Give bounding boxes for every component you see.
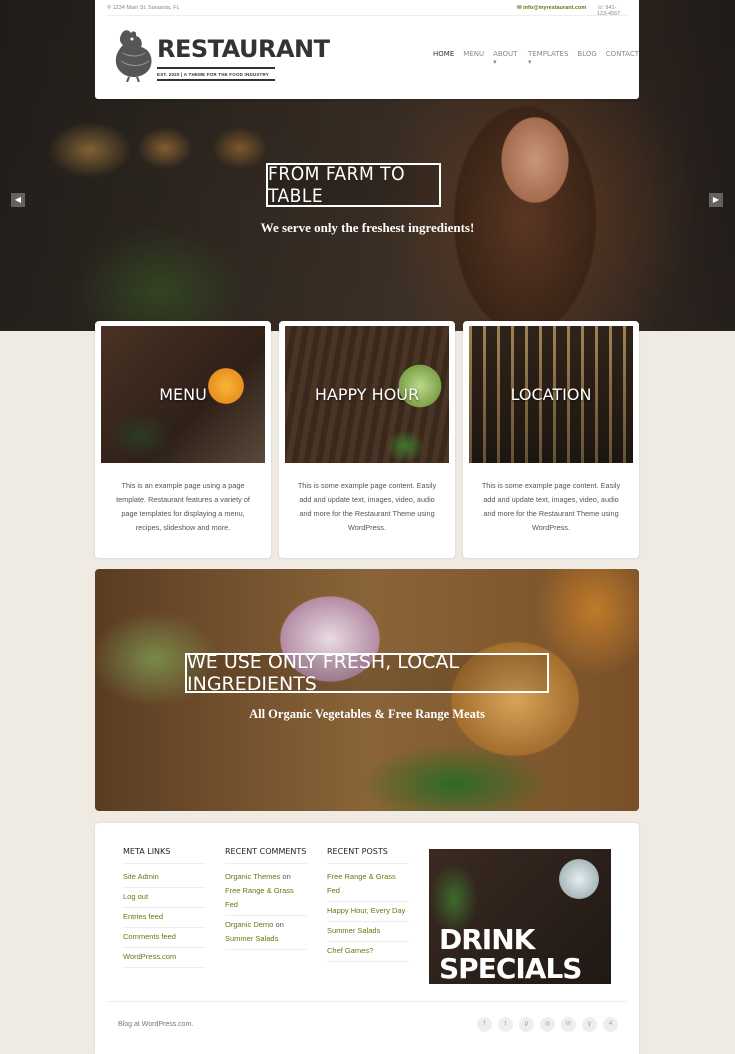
drink-specials-text: DRINK SPECIALS (439, 925, 582, 985)
comment-author-link[interactable]: Organic Themes (225, 872, 280, 881)
logo-wordmark: RESTAURANT (157, 35, 330, 63)
widget-recent-comments: RECENT COMMENTS Organic Themes on Free R… (225, 847, 307, 950)
feature-card-happy-hour[interactable]: HAPPY HOUR This is some example page con… (279, 321, 455, 558)
banner-title-box: WE USE ONLY FRESH, LOCAL INGREDIENTS (185, 651, 549, 695)
card-title[interactable]: HAPPY HOUR (315, 385, 419, 404)
nav-menu[interactable]: MENU (463, 50, 484, 66)
card-image-location[interactable]: LOCATION (469, 326, 633, 463)
main-nav: HOME MENU ABOUT ▾ TEMPLATES ▾ BLOG CONTA… (433, 50, 639, 66)
widget-title: RECENT COMMENTS (225, 847, 307, 864)
pinterest-icon[interactable]: p (519, 1017, 534, 1032)
address-value: 1234 Main St. Sarasota, FL (112, 5, 180, 11)
list-item: Organic Demo on Summer Salads (225, 916, 307, 950)
yelp-icon[interactable]: y (582, 1017, 597, 1032)
meta-link-entries-feed[interactable]: Entries feed (123, 912, 163, 921)
recent-post-link[interactable]: Free Range & Grass Fed (327, 872, 396, 895)
phone-text: ☏ 941-123-4567 (597, 5, 621, 17)
banner-title: WE USE ONLY FRESH, LOCAL INGREDIENTS (187, 651, 459, 695)
recent-post-link[interactable]: Chef Games? (327, 946, 373, 955)
ingredients-banner: WE USE ONLY FRESH, LOCAL INGREDIENTS All… (95, 569, 639, 811)
hero-title-box: FROM FARM TO TABLE (266, 163, 441, 207)
card-title[interactable]: LOCATION (511, 385, 592, 404)
drink-line-2: SPECIALS (439, 952, 582, 985)
list-item: Happy Hour, Every Day (327, 902, 409, 922)
facebook-icon[interactable]: f (477, 1017, 492, 1032)
hero-photo (430, 100, 620, 331)
nav-blog[interactable]: BLOG (577, 50, 596, 66)
phone-value: 941-123-4567 (597, 5, 621, 17)
logo-tagline: EST. 2020 | A THEME FOR THE FOOD INDUSTR… (157, 67, 275, 81)
footer-bottom-bar: Blog at WordPress.com. f t p ◎ in y 4 (107, 1001, 627, 1032)
list-item: Entries feed (123, 908, 205, 928)
nav-home[interactable]: HOME (433, 50, 454, 66)
email-value[interactable]: info@myrestaurant.com (523, 5, 586, 11)
hero-title: FROM FARM TO TABLE (268, 163, 406, 207)
rooster-icon (115, 30, 152, 83)
list-item: Site Admin (123, 868, 205, 888)
feature-card-menu[interactable]: MENU This is an example page using a pag… (95, 321, 271, 558)
card-text: This is some example page content. Easil… (297, 481, 437, 532)
top-bar: ⚲ 1234 Main St. Sarasota, FL ✉ info@myre… (107, 0, 627, 17)
twitter-icon[interactable]: t (498, 1017, 513, 1032)
site-header: ⚲ 1234 Main St. Sarasota, FL ✉ info@myre… (95, 0, 639, 99)
comment-on-text: on (282, 872, 291, 881)
hero-subtitle: We serve only the freshest ingredients! (260, 220, 475, 235)
slider-next-button[interactable]: ▶ (709, 193, 723, 207)
meta-link-log-out[interactable]: Log out (123, 892, 148, 901)
drink-specials-image[interactable]: DRINK SPECIALS (429, 849, 611, 984)
list-item: Free Range & Grass Fed (327, 868, 409, 902)
email-link[interactable]: ✉ info@myrestaurant.com (517, 5, 586, 11)
linkedin-icon[interactable]: in (561, 1017, 576, 1032)
widget-recent-posts: RECENT POSTS Free Range & Grass Fed Happ… (327, 847, 409, 962)
recent-post-link[interactable]: Summer Salads (327, 926, 380, 935)
banner-subtitle: All Organic Vegetables & Free Range Meat… (249, 707, 485, 721)
comment-post-link[interactable]: Summer Salads (225, 934, 278, 943)
slider-prev-button[interactable]: ◀ (11, 193, 25, 207)
comment-on-text: on (275, 920, 284, 929)
feature-card-location[interactable]: LOCATION This is some example page conte… (463, 321, 639, 558)
widget-title: RECENT POSTS (327, 847, 409, 864)
card-image-menu[interactable]: MENU (101, 326, 265, 463)
footer-credit-link[interactable]: Blog at WordPress.com. (118, 1021, 193, 1028)
meta-link-site-admin[interactable]: Site Admin (123, 872, 159, 881)
footer-widgets: META LINKS Site Admin Log out Entries fe… (95, 823, 639, 1054)
site-logo[interactable]: RESTAURANT EST. 2020 | A THEME FOR THE F… (111, 27, 330, 83)
nav-contact[interactable]: CONTACT (606, 50, 639, 66)
widget-title: META LINKS (123, 847, 205, 864)
list-item: Comments feed (123, 928, 205, 948)
list-item: Organic Themes on Free Range & Grass Fed (225, 868, 307, 916)
social-links: f t p ◎ in y 4 (477, 1017, 618, 1032)
card-title[interactable]: MENU (159, 385, 207, 404)
nav-templates[interactable]: TEMPLATES ▾ (528, 50, 568, 66)
comment-author-link[interactable]: Organic Demo (225, 920, 273, 929)
list-item: Summer Salads (327, 922, 409, 942)
widget-meta-links: META LINKS Site Admin Log out Entries fe… (123, 847, 205, 968)
card-image-happy-hour[interactable]: HAPPY HOUR (285, 326, 449, 463)
meta-link-comments-feed[interactable]: Comments feed (123, 932, 176, 941)
comment-post-link[interactable]: Free Range & Grass Fed (225, 886, 294, 909)
list-item: Log out (123, 888, 205, 908)
address-text: ⚲ 1234 Main St. Sarasota, FL (107, 5, 180, 11)
card-text: This is some example page content. Easil… (481, 481, 621, 532)
recent-post-link[interactable]: Happy Hour, Every Day (327, 906, 405, 915)
list-item: WordPress.com (123, 948, 205, 968)
instagram-icon[interactable]: ◎ (540, 1017, 555, 1032)
meta-link-wordpress[interactable]: WordPress.com (123, 952, 176, 961)
foursquare-icon[interactable]: 4 (603, 1017, 618, 1032)
card-text: This is an example page using a page tem… (116, 481, 250, 532)
nav-about[interactable]: ABOUT ▾ (493, 50, 519, 66)
list-item: Chef Games? (327, 942, 409, 962)
